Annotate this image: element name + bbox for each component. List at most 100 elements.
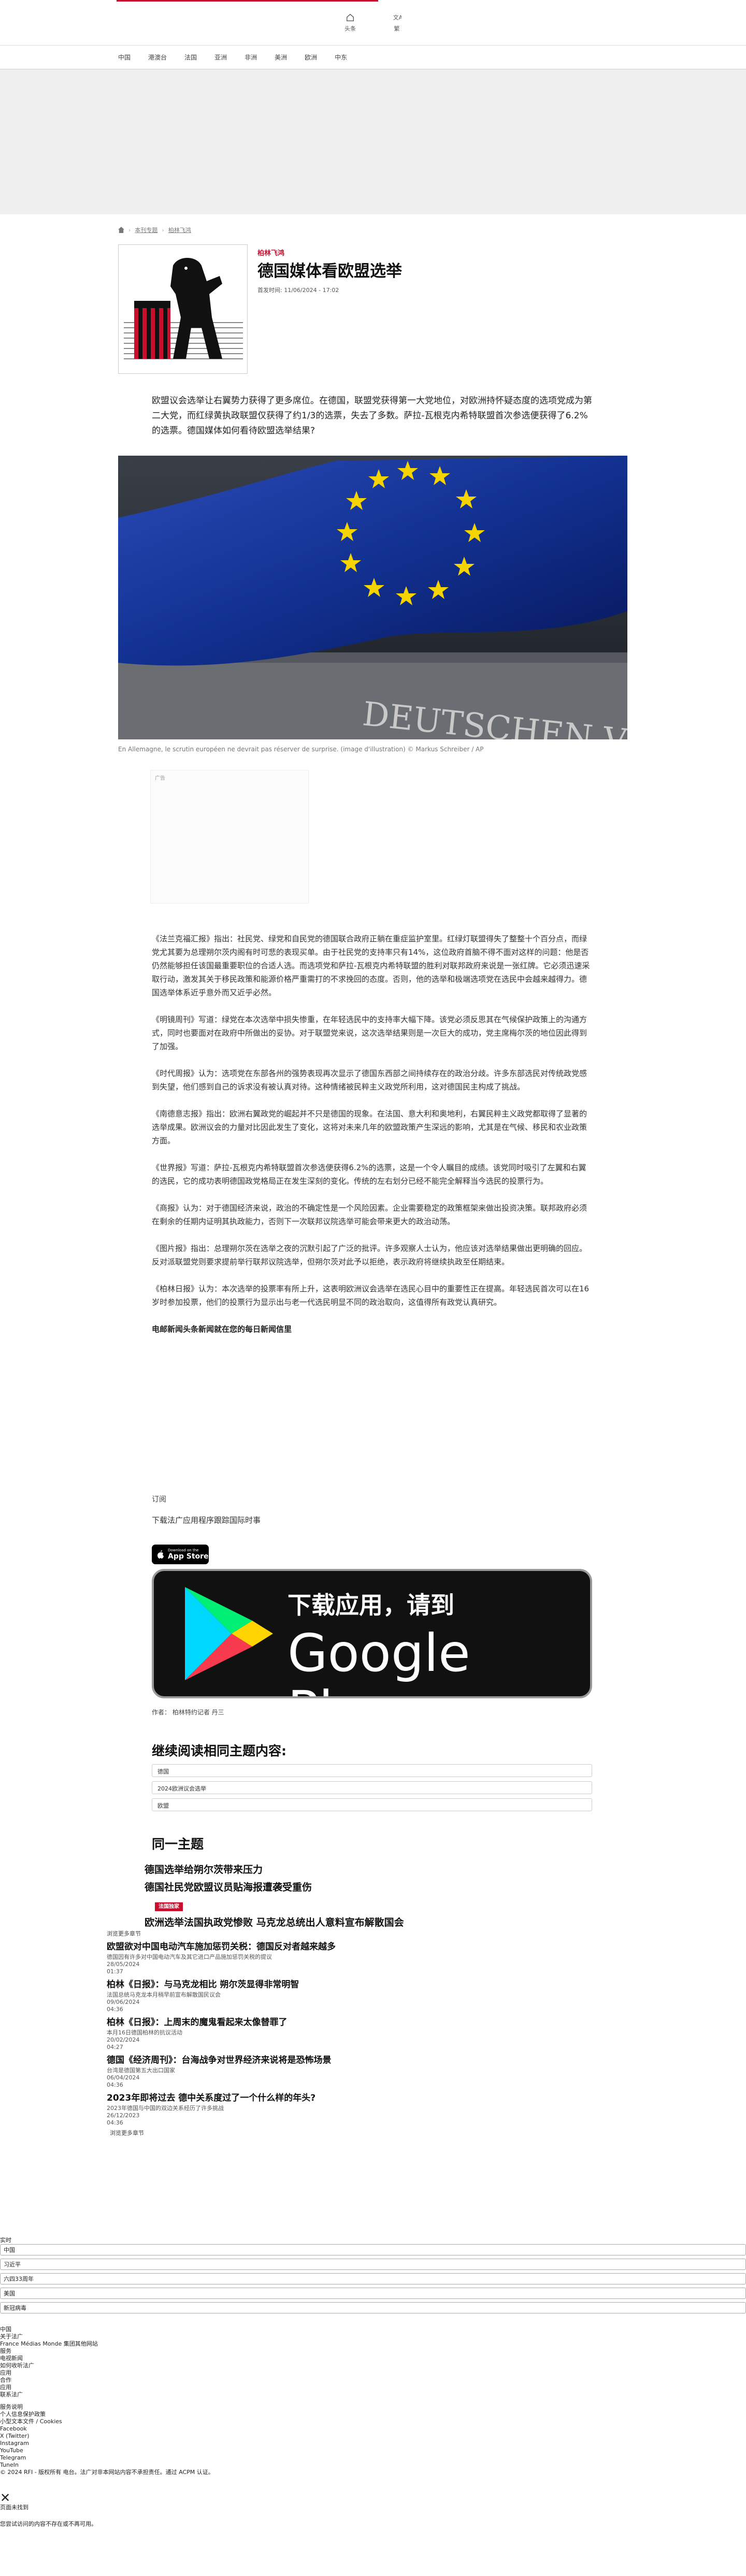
chapter-item[interactable]: 德国《经济周刊》：台海战争对世界经济来说将是恐怖场景 台湾是德国第五大出口国家 …: [107, 2054, 640, 2089]
close-icon[interactable]: ✕: [0, 2492, 746, 2504]
breadcrumb-home-icon[interactable]: [118, 227, 124, 233]
svg-text:文A: 文A: [393, 14, 401, 21]
translate-icon: 文A: [393, 14, 401, 21]
footer-link[interactable]: 联系法广: [0, 2391, 746, 2398]
footer-link[interactable]: X (Twitter): [0, 2433, 746, 2440]
topic-tag[interactable]: 欧盟: [152, 1798, 592, 1811]
same-topic-item[interactable]: 德国选举给朔尔茨带来压力: [145, 1861, 404, 1879]
body-paragraph: 《法兰克福汇报》指出：社民党、绿党和自民党的德国联合政府正躺在重症监护室里。红绿…: [152, 934, 590, 997]
same-topic-item[interactable]: 德国社民党欧盟议员贴海报遭袭受重伤: [145, 1882, 312, 1893]
footer-link[interactable]: France Médias Monde 集团其他网站: [0, 2340, 746, 2348]
topic-tag[interactable]: 2024欧洲议会选举: [152, 1781, 592, 1794]
footer-select[interactable]: 习近平: [0, 2259, 746, 2270]
hero-image: DEUTSCHEN VOLKE: [118, 456, 627, 739]
berlin-bear-logo-icon: [119, 245, 247, 373]
top-ad-band: [0, 69, 746, 214]
footer-link[interactable]: 应用: [0, 2384, 746, 2391]
top-bar: 头条 文A 繁: [0, 0, 746, 46]
more-chapters-link[interactable]: 浏览更多章节: [107, 2129, 640, 2137]
chapter-item[interactable]: 柏林《日报》：与马克龙相比 朔尔茨显得非常明智 法国总统马克龙本月稍早前宣布解散…: [107, 1978, 640, 2013]
footer-select[interactable]: 中国: [0, 2244, 746, 2255]
topic-tag[interactable]: 德国: [152, 1764, 592, 1777]
same-topic-title: 同一主题: [152, 1837, 204, 1852]
footer-live-label: 实时: [0, 2237, 11, 2244]
chapter-item[interactable]: 柏林《日报》：上周末的魔鬼看起来太像替罪了 本月16日德国柏林的抗议活动 20/…: [107, 2016, 640, 2051]
topic-tags: 德国 2024欧洲议会选举 欧盟: [152, 1764, 592, 1815]
date-label: 首发时间:: [257, 287, 282, 294]
not-found-body: 您尝试访问的内容不存在或不再可用。: [0, 2521, 97, 2527]
subscribe-link[interactable]: 订阅: [152, 1494, 166, 1504]
footer-select[interactable]: 美国: [0, 2288, 746, 2299]
continue-reading-title: 继续阅读相同主题内容:: [152, 1743, 286, 1758]
nav-item[interactable]: 亚洲: [214, 53, 227, 62]
eu-flag-image: DEUTSCHEN VOLKE: [118, 456, 627, 739]
hero-caption: En Allemagne, le scrutin européen ne dev…: [118, 746, 484, 753]
footer-link[interactable]: 服务: [0, 2348, 746, 2355]
accent-line: [117, 0, 378, 2]
translate-label: 繁: [394, 25, 400, 32]
body-paragraph: 《柏林日报》认为：本次选举的投票率有所上升，这表明欧洲议会选举在选民心目中的重要…: [152, 1284, 590, 1307]
same-topic-item[interactable]: 欧洲选举法国执政党惨败 马克龙总统出人意料宣布解散国会: [145, 1914, 404, 1931]
body-paragraph: 《南德意志报》指出：欧洲右翼政党的崛起并不只是德国的现象。在法国、意大利和奥地利…: [152, 1109, 587, 1145]
chapter-item[interactable]: 2023年即将过去 德中关系度过了一个什么样的年头? 2023年德国与中国的双边…: [107, 2092, 640, 2127]
body-paragraph: 《世界报》写道：萨拉-瓦根克内希特联盟首次参选便获得6.2%的选票，这是一个令人…: [152, 1163, 586, 1186]
more-chapters: 浏览更多章节 欧盟欲对中国电动汽车施加惩罚关税：德国反对者越来越多 德国因有许多…: [107, 1929, 640, 2137]
app-promo-text: 下载法广应用程序跟踪国际时事: [152, 1516, 261, 1525]
same-topic-list: 德国选举给朔尔茨带来压力 德国社民党欧盟议员贴海报遭袭受重伤 法国独家 欧洲选举…: [145, 1861, 404, 1931]
app-store-badge[interactable]: Download on the App Store: [152, 1545, 209, 1564]
footer-select[interactable]: 新冠病毒: [0, 2302, 746, 2313]
footer-link[interactable]: 个人信息保护政策: [0, 2411, 746, 2418]
article-lead: 欧盟议会选举让右翼势力获得了更多席位。在德国，联盟党获得第一大党地位，对欧洲持怀…: [152, 396, 592, 436]
translate-button[interactable]: 文A 繁: [392, 13, 401, 33]
nav-item[interactable]: 中国: [118, 53, 131, 62]
breadcrumb: › 本刊专题 › 柏林飞鸿: [118, 226, 191, 234]
body-paragraph: 《商报》认为：对于德国经济来说，政治的不确定性是一个风险因素。企业需要稳定的政策…: [152, 1203, 587, 1226]
google-play-banner[interactable]: 下载应用，请到 Google Play: [152, 1569, 592, 1698]
home-label: 头条: [345, 25, 356, 32]
breadcrumb-link[interactable]: 柏林飞鸿: [168, 226, 191, 234]
footer-link[interactable]: TuneIn: [0, 2462, 746, 2469]
nav-item[interactable]: 欧洲: [305, 53, 317, 62]
article-author: 作者： 柏林特约记者 丹三: [152, 1709, 224, 1716]
footer-link[interactable]: 中国: [0, 2326, 746, 2333]
home-button[interactable]: 头条: [345, 13, 356, 33]
footer-select[interactable]: 六四33周年: [0, 2273, 746, 2284]
article-kicker[interactable]: 柏林飞鸿: [257, 248, 284, 257]
apple-icon: [157, 1550, 164, 1559]
footer-link[interactable]: 合作: [0, 2377, 746, 2384]
footer-link[interactable]: 小型文本文件 / Cookies: [0, 2418, 746, 2425]
nav-item[interactable]: 港澳台: [148, 53, 167, 62]
nav-item[interactable]: 非洲: [245, 53, 257, 62]
body-paragraph: 《时代周报》认为：选项党在东部各州的强势表现再次显示了德国东西部之间持续存在的政…: [152, 1069, 587, 1091]
article-dateline: 首发时间: 11/06/2024 - 17:02: [257, 286, 339, 294]
more-chapters-header: 浏览更多章节: [107, 1930, 141, 1937]
footer-link[interactable]: 关于法广: [0, 2333, 746, 2340]
footer-link[interactable]: Telegram: [0, 2454, 746, 2462]
chapter-item[interactable]: 欧盟欲对中国电动汽车施加惩罚关税：德国反对者越来越多 德国因有许多对中国电动汽车…: [107, 1941, 640, 1975]
inline-ad: 广告: [150, 770, 309, 904]
newsletter-promo[interactable]: 电邮新闻头条新闻就在您的每日新闻信里: [152, 1325, 292, 1334]
home-icon: [347, 13, 354, 21]
article-title: 德国媒体看欧盟选举: [257, 262, 402, 281]
footer-link[interactable]: 电视新闻: [0, 2355, 746, 2362]
nav-item[interactable]: 法国: [184, 53, 197, 62]
ad-label: 广告: [155, 776, 165, 781]
article-body: 《法兰克福汇报》指出：社民党、绿党和自民党的德国联合政府正躺在重症监护室里。红绿…: [152, 932, 594, 1349]
column-logo: [118, 244, 248, 374]
publish-date: 11/06/2024 - 17:02: [284, 287, 339, 294]
footer-link[interactable]: 服务说明: [0, 2404, 746, 2411]
body-paragraph: 《图片报》指出：总理朔尔茨在选举之夜的沉默引起了广泛的批评。许多观察人士认为，他…: [152, 1244, 587, 1267]
live-badge: 法国独家: [155, 1902, 183, 1911]
nav-item[interactable]: 美洲: [275, 53, 287, 62]
footer-link[interactable]: 如何收听法广: [0, 2362, 746, 2369]
footer-link[interactable]: YouTube: [0, 2447, 746, 2454]
footer: 实时 中国 习近平 六四33周年 美国 新冠病毒 中国 关于法广 France …: [0, 2237, 746, 2528]
footer-link[interactable]: 应用: [0, 2369, 746, 2377]
gplay-line-1: 下载应用，请到: [288, 1591, 454, 1619]
footer-link[interactable]: Facebook: [0, 2425, 746, 2433]
copyright: © 2024 RFI - 版权所有 电台。法广对非本网站内容不承担责任。通过 A…: [0, 2469, 214, 2476]
footer-link[interactable]: Instagram: [0, 2440, 746, 2447]
gplay-line-2: Google Play: [288, 1623, 470, 1697]
nav-item[interactable]: 中东: [335, 53, 347, 62]
breadcrumb-link[interactable]: 本刊专题: [135, 226, 157, 234]
